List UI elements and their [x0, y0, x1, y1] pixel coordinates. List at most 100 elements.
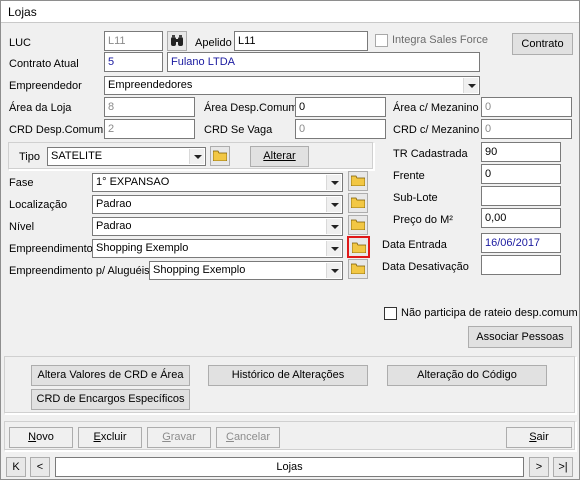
gravar-label: ravar: [170, 431, 196, 443]
sublote-label: Sub-Lote: [393, 192, 438, 204]
localizacao-folder-button[interactable]: [348, 193, 368, 213]
alterar-button[interactable]: Alterar: [250, 146, 309, 167]
preco-input[interactable]: 0,00: [481, 208, 561, 228]
fase-select[interactable]: 1° EXPANSAO: [92, 173, 343, 192]
area-loja-input[interactable]: 8: [104, 97, 195, 117]
first-record-button[interactable]: K: [6, 457, 26, 477]
contrato-atual-name[interactable]: Fulano LTDA: [167, 52, 480, 72]
empreendimento-value: Shopping Exemplo: [96, 242, 189, 254]
empreendedor-label: Empreendedor: [9, 80, 82, 92]
next-record-button[interactable]: >: [529, 457, 549, 477]
chevron-down-icon[interactable]: [463, 78, 478, 93]
integra-label: Integra Sales Force: [392, 34, 488, 46]
chevron-down-icon[interactable]: [326, 219, 341, 234]
empreend-alugueis-folder-button[interactable]: [348, 259, 368, 279]
empreendimento-folder-button[interactable]: [347, 236, 370, 258]
folder-icon: [351, 175, 365, 186]
tipo-folder-button[interactable]: [210, 146, 230, 166]
empreendedor-value: Empreendedores: [108, 79, 193, 91]
preco-label: Preço do M²: [393, 214, 453, 226]
area-mezanino-input[interactable]: 0: [481, 97, 572, 117]
tipo-select[interactable]: SATELITE: [47, 147, 206, 166]
area-desp-input[interactable]: 0: [295, 97, 386, 117]
empreendimento-select[interactable]: Shopping Exemplo: [92, 239, 343, 258]
contrato-button[interactable]: Contrato: [512, 33, 573, 55]
prev-record-button[interactable]: <: [30, 457, 50, 477]
area-mezanino-label: Área c/ Mezanino: [393, 102, 479, 114]
folder-icon: [351, 197, 365, 208]
frente-input[interactable]: 0: [481, 164, 561, 184]
cancelar-button[interactable]: Cancelar: [216, 427, 280, 448]
data-entrada-label: Data Entrada: [382, 239, 447, 251]
excluir-button[interactable]: Excluir: [78, 427, 142, 448]
folder-icon: [351, 219, 365, 230]
crd-vaga-input[interactable]: 0: [295, 119, 386, 139]
crd-vaga-label: CRD Se Vaga: [204, 124, 273, 136]
crd-mezanino-label: CRD c/ Mezanino: [393, 124, 480, 136]
chevron-down-icon[interactable]: [189, 149, 204, 164]
sair-label: air: [536, 431, 549, 443]
empreendedor-select[interactable]: Empreendedores: [104, 76, 480, 95]
navigator-label: Lojas: [55, 457, 524, 477]
nivel-folder-button[interactable]: [348, 215, 368, 235]
last-record-button[interactable]: >|: [553, 457, 573, 477]
area-loja-label: Área da Loja: [9, 102, 72, 114]
apelido-label: Apelido: [195, 37, 232, 49]
altera-valores-button[interactable]: Altera Valores de CRD e Área: [31, 365, 190, 386]
rateio-checkbox[interactable]: [384, 307, 397, 320]
tipo-value: SATELITE: [51, 150, 103, 162]
luc-input[interactable]: L11: [104, 31, 163, 51]
chevron-down-icon[interactable]: [326, 263, 341, 278]
crd-desp-input[interactable]: 2: [104, 119, 195, 139]
gravar-mnemonic: G: [162, 431, 171, 443]
localizacao-select[interactable]: Padrao: [92, 195, 343, 214]
empreendimento-label: Empreendimento: [9, 243, 93, 255]
tr-label: TR Cadastrada: [393, 148, 468, 160]
novo-mnemonic: N: [28, 431, 37, 443]
data-desativacao-input[interactable]: [481, 255, 561, 275]
fase-label: Fase: [9, 177, 34, 189]
historico-button[interactable]: Histórico de Alterações: [208, 365, 368, 386]
nivel-value: Padrao: [96, 220, 132, 232]
localizacao-label: Localização: [9, 199, 68, 211]
rateio-label: Não participa de rateio desp.comum: [401, 307, 578, 319]
folder-icon: [351, 263, 365, 274]
crd-encargos-button[interactable]: CRD de Encargos Específicos: [31, 389, 190, 410]
folder-icon: [352, 242, 366, 253]
excluir-mnemonic: E: [93, 431, 101, 443]
lojas-window: Lojas LUC L11 Apelido L11 Integra Sales …: [0, 0, 580, 480]
chevron-down-icon[interactable]: [326, 197, 341, 212]
crd-mezanino-input[interactable]: 0: [481, 119, 572, 139]
alteracao-codigo-button[interactable]: Alteração do Código: [387, 365, 547, 386]
contrato-atual-number[interactable]: 5: [104, 52, 163, 72]
nivel-select[interactable]: Padrao: [92, 217, 343, 236]
apelido-input[interactable]: L11: [234, 31, 368, 51]
tr-input[interactable]: 90: [481, 142, 561, 162]
empreend-alugueis-label: Empreendimento p/ Aluguéis: [9, 265, 150, 277]
data-desativacao-label: Data Desativação: [382, 261, 469, 273]
alterar-label: Alterar: [263, 150, 296, 162]
fase-value: 1° EXPANSAO: [96, 176, 170, 188]
tipo-label: Tipo: [19, 151, 40, 163]
sair-button[interactable]: Sair: [506, 427, 572, 448]
crd-desp-label: CRD Desp.Comum: [9, 124, 104, 136]
chevron-down-icon[interactable]: [326, 241, 341, 256]
data-entrada-input[interactable]: 16/06/2017: [481, 233, 561, 253]
novo-label: ovo: [36, 431, 54, 443]
empreend-alugueis-select[interactable]: Shopping Exemplo: [149, 261, 343, 280]
localizacao-value: Padrao: [96, 198, 132, 210]
luc-label: LUC: [9, 37, 32, 49]
title-bar: Lojas: [1, 1, 579, 23]
associar-pessoas-button[interactable]: Associar Pessoas: [468, 326, 572, 348]
empreend-alugueis-value: Shopping Exemplo: [153, 264, 246, 276]
window-title: Lojas: [8, 5, 37, 19]
integra-checkbox[interactable]: [375, 34, 388, 47]
contrato-atual-label: Contrato Atual: [9, 58, 79, 70]
sublote-input[interactable]: [481, 186, 561, 206]
novo-button[interactable]: Novo: [9, 427, 73, 448]
search-luc-button[interactable]: [167, 31, 187, 51]
fase-folder-button[interactable]: [348, 171, 368, 191]
gravar-button[interactable]: Gravar: [147, 427, 211, 448]
chevron-down-icon[interactable]: [326, 175, 341, 190]
cancelar-label: ancelar: [233, 431, 271, 443]
